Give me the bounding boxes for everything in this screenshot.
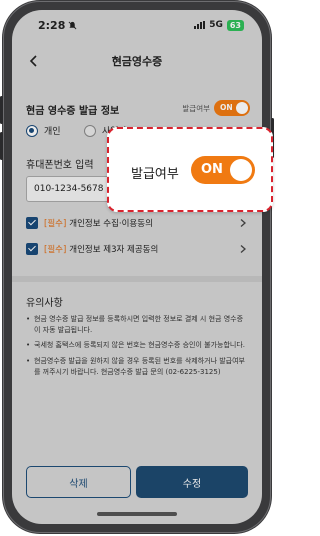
zoom-toggle[interactable]: ON <box>191 156 255 184</box>
volume-up-button <box>0 96 3 124</box>
battery-icon: 63 <box>226 19 244 31</box>
radio-individual-label: 개인 <box>44 127 61 137</box>
phone-screen: 2:28 5G 63 현금영수증 현금 영수증 발급 정보 발급여부 ON 개인… <box>12 10 262 524</box>
status-time-group: 2:28 <box>38 19 77 32</box>
issue-toggle[interactable]: ON <box>214 100 250 116</box>
chevron-right-icon[interactable] <box>238 218 248 228</box>
agreement-collect-label: 개인정보 수집·이용동의 <box>69 219 153 229</box>
agreement-third-party-label: 개인정보 제3자 제공동의 <box>69 245 159 255</box>
checkbox-checked-icon[interactable] <box>26 217 38 229</box>
notice-item: 현금 영수증 발급 정보를 등록하시면 입력한 정보로 결제 시 현금 영수증이… <box>26 314 248 336</box>
checkbox-checked-icon[interactable] <box>26 243 38 255</box>
delete-button[interactable]: 삭제 <box>26 466 131 498</box>
volume-down-button <box>0 132 3 160</box>
notice-item: 현금영수증 발급을 원하지 않을 경우 등록된 번호를 삭제하거나 발급여부를 … <box>26 356 248 378</box>
status-bar: 2:28 5G 63 <box>12 10 262 40</box>
nav-bar: 현금영수증 <box>12 46 262 76</box>
section-divider <box>12 276 262 282</box>
page-title: 현금영수증 <box>111 55 163 68</box>
phone-frame: 2:28 5G 63 현금영수증 현금 영수증 발급 정보 발급여부 ON 개인… <box>0 0 274 534</box>
edit-button[interactable]: 수정 <box>136 466 248 498</box>
mute-bell-icon <box>68 21 77 29</box>
zoom-toggle-state: ON <box>201 162 223 177</box>
notice-item: 국세청 홈택스에 등록되지 않은 번호는 현금영수증 승인이 불가능합니다. <box>26 340 248 351</box>
status-indicators: 5G 63 <box>194 19 244 31</box>
issue-toggle-group: 발급여부 ON <box>182 100 250 116</box>
signal-icon <box>194 21 206 29</box>
agreement-collect[interactable]: [필수] 개인정보 수집·이용동의 <box>26 215 248 231</box>
zoom-toggle-label: 발급여부 <box>131 167 179 182</box>
phone-label: 휴대폰번호 입력 <box>26 160 94 171</box>
agreement-third-party[interactable]: [필수] 개인정보 제3자 제공동의 <box>26 241 248 257</box>
toggle-knob <box>236 102 248 114</box>
zoom-callout: 발급여부 ON <box>107 127 273 212</box>
notice-title: 유의사항 <box>26 298 63 309</box>
status-time: 2:28 <box>38 18 66 32</box>
issue-toggle-label: 발급여부 <box>182 103 210 113</box>
network-label: 5G <box>209 20 223 30</box>
radio-individual[interactable]: 개인 <box>26 124 61 137</box>
toggle-knob <box>230 159 252 181</box>
issue-toggle-state: ON <box>220 103 233 112</box>
chevron-right-icon[interactable] <box>238 244 248 254</box>
issue-info-title: 현금 영수증 발급 정보 <box>26 106 120 117</box>
required-tag: [필수] <box>44 219 67 229</box>
home-indicator <box>97 512 177 516</box>
required-tag: [필수] <box>44 245 67 255</box>
radio-unchecked-icon <box>84 124 96 137</box>
screen-dim-overlay <box>12 10 262 524</box>
radio-checked-icon <box>26 124 38 137</box>
back-arrow-icon[interactable] <box>26 52 42 70</box>
